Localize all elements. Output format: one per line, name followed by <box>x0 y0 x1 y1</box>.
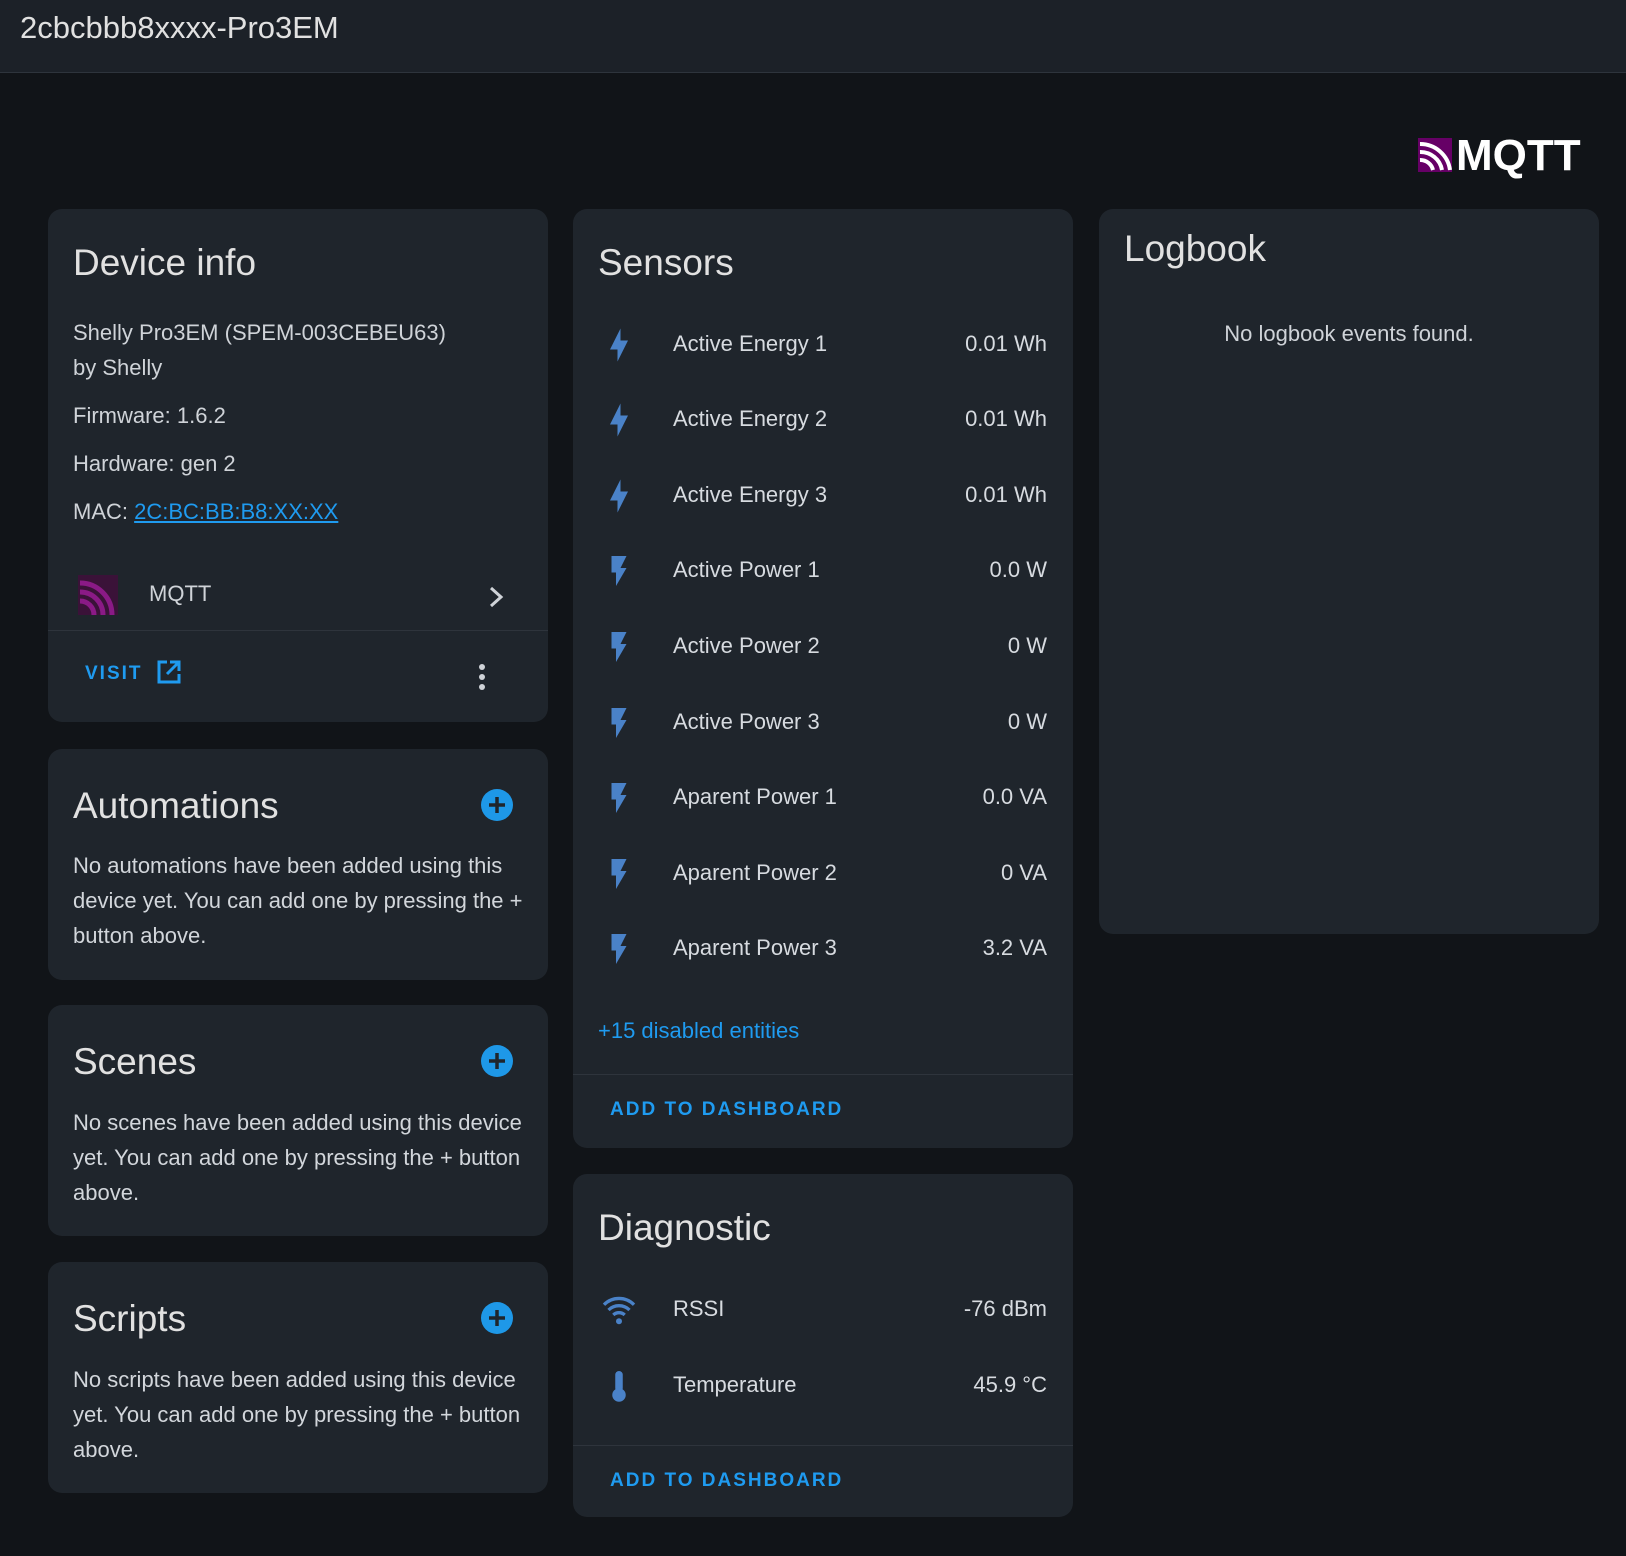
device-model: Shelly Pro3EM (SPEM-003CEBEU63) <box>73 320 446 345</box>
scenes-card: Scenes No scenes have been added using t… <box>48 1005 548 1236</box>
lightning-bolt-icon <box>601 478 637 514</box>
diagnostic-row-rssi[interactable]: RSSI -76 dBm <box>573 1274 1073 1350</box>
add-script-button[interactable] <box>481 1302 513 1334</box>
integration-label: MQTT <box>149 581 212 606</box>
top-bar: 2cbcbbb8xxxx-Pro3EM <box>0 0 1626 73</box>
mqtt-logo: MQTT <box>1416 131 1588 182</box>
logbook-title: Logbook <box>1124 228 1266 269</box>
sensor-row-active-power-1[interactable]: Active Power 1 0.0 W <box>573 535 1073 611</box>
mqtt-logo-text: MQTT <box>1456 132 1581 180</box>
visit-label: VISIT <box>85 663 143 684</box>
diagnostic-row-temperature[interactable]: Temperature 45.9 °C <box>573 1350 1073 1426</box>
scripts-title: Scripts <box>73 1298 187 1339</box>
sensor-row-active-energy-1[interactable]: Active Energy 1 0.01 Wh <box>573 309 1073 385</box>
sensor-row-active-energy-3[interactable]: Active Energy 3 0.01 Wh <box>573 460 1073 536</box>
flash-icon <box>601 780 637 816</box>
sensors-card: Sensors Active Energy 1 0.01 Wh Active E… <box>573 209 1073 1148</box>
mac-label: MAC: <box>73 499 135 524</box>
plus-icon <box>489 1053 505 1069</box>
sensor-row-aparent-power-3[interactable]: Aparent Power 3 3.2 VA <box>573 913 1073 989</box>
device-info-title: Device info <box>73 242 257 283</box>
plus-icon <box>489 797 505 813</box>
flash-icon <box>601 931 637 967</box>
scenes-title: Scenes <box>73 1041 197 1082</box>
automations-title: Automations <box>73 785 279 826</box>
sensor-row-active-power-2[interactable]: Active Power 2 0 W <box>573 611 1073 687</box>
mac-link[interactable]: 2C:BC:BB:B8:XX:XX <box>134 499 338 524</box>
diagnostic-add-to-dashboard-button[interactable]: ADD TO DASHBOARD <box>610 1469 843 1493</box>
card-divider <box>573 1074 1073 1075</box>
logbook-card: Logbook No logbook events found. <box>1099 209 1599 934</box>
wifi-icon <box>601 1292 637 1328</box>
page-title: 2cbcbbb8xxxx-Pro3EM <box>20 10 339 45</box>
scenes-empty-text: No scenes have been added using this dev… <box>73 1110 522 1205</box>
device-hardware: Hardware: gen 2 <box>73 451 236 476</box>
diagnostic-card: Diagnostic RSSI -76 dBm Temperature 45.9… <box>573 1174 1073 1517</box>
scripts-empty-text: No scripts have been added using this de… <box>73 1367 521 1462</box>
more-vert-icon[interactable] <box>472 663 492 693</box>
lightning-bolt-icon <box>601 402 637 438</box>
chevron-right-icon <box>486 585 506 614</box>
add-scene-button[interactable] <box>481 1045 513 1077</box>
open-in-new-icon <box>156 659 182 690</box>
flash-icon <box>601 629 637 665</box>
sensor-row-active-energy-2[interactable]: Active Energy 2 0.01 Wh <box>573 384 1073 460</box>
device-mac: MAC: 2C:BC:BB:B8:XX:XX <box>73 497 338 527</box>
device-info-card: Device info Shelly Pro3EM (SPEM-003CEBEU… <box>48 209 548 722</box>
logbook-empty-text: No logbook events found. <box>1224 321 1474 346</box>
lightning-bolt-icon <box>601 327 637 363</box>
sensor-row-aparent-power-2[interactable]: Aparent Power 2 0 VA <box>573 838 1073 914</box>
integration-row-mqtt[interactable]: MQTT <box>48 563 548 635</box>
card-divider <box>573 1445 1073 1446</box>
card-divider <box>48 630 548 631</box>
flash-icon <box>601 856 637 892</box>
visit-button[interactable]: VISIT <box>85 659 195 689</box>
mqtt-icon <box>78 575 118 616</box>
sensor-row-active-power-3[interactable]: Active Power 3 0 W <box>573 687 1073 763</box>
flash-icon <box>601 553 637 589</box>
device-manufacturer: by Shelly <box>73 355 163 380</box>
automations-card: Automations No automations have been add… <box>48 749 548 980</box>
scripts-card: Scripts No scripts have been added using… <box>48 1262 548 1493</box>
sensor-row-aparent-power-1[interactable]: Aparent Power 1 0.0 VA <box>573 762 1073 838</box>
add-automation-button[interactable] <box>481 789 513 821</box>
sensors-add-to-dashboard-button[interactable]: ADD TO DASHBOARD <box>610 1098 843 1122</box>
diagnostic-title: Diagnostic <box>598 1207 771 1248</box>
automations-empty-text: No automations have been added using thi… <box>73 853 523 948</box>
thermometer-icon <box>601 1368 637 1404</box>
plus-icon <box>489 1310 505 1326</box>
disabled-entities-link[interactable]: +15 disabled entities <box>598 1016 799 1046</box>
sensors-title: Sensors <box>598 242 734 283</box>
device-firmware: Firmware: 1.6.2 <box>73 403 226 428</box>
flash-icon <box>601 705 637 741</box>
